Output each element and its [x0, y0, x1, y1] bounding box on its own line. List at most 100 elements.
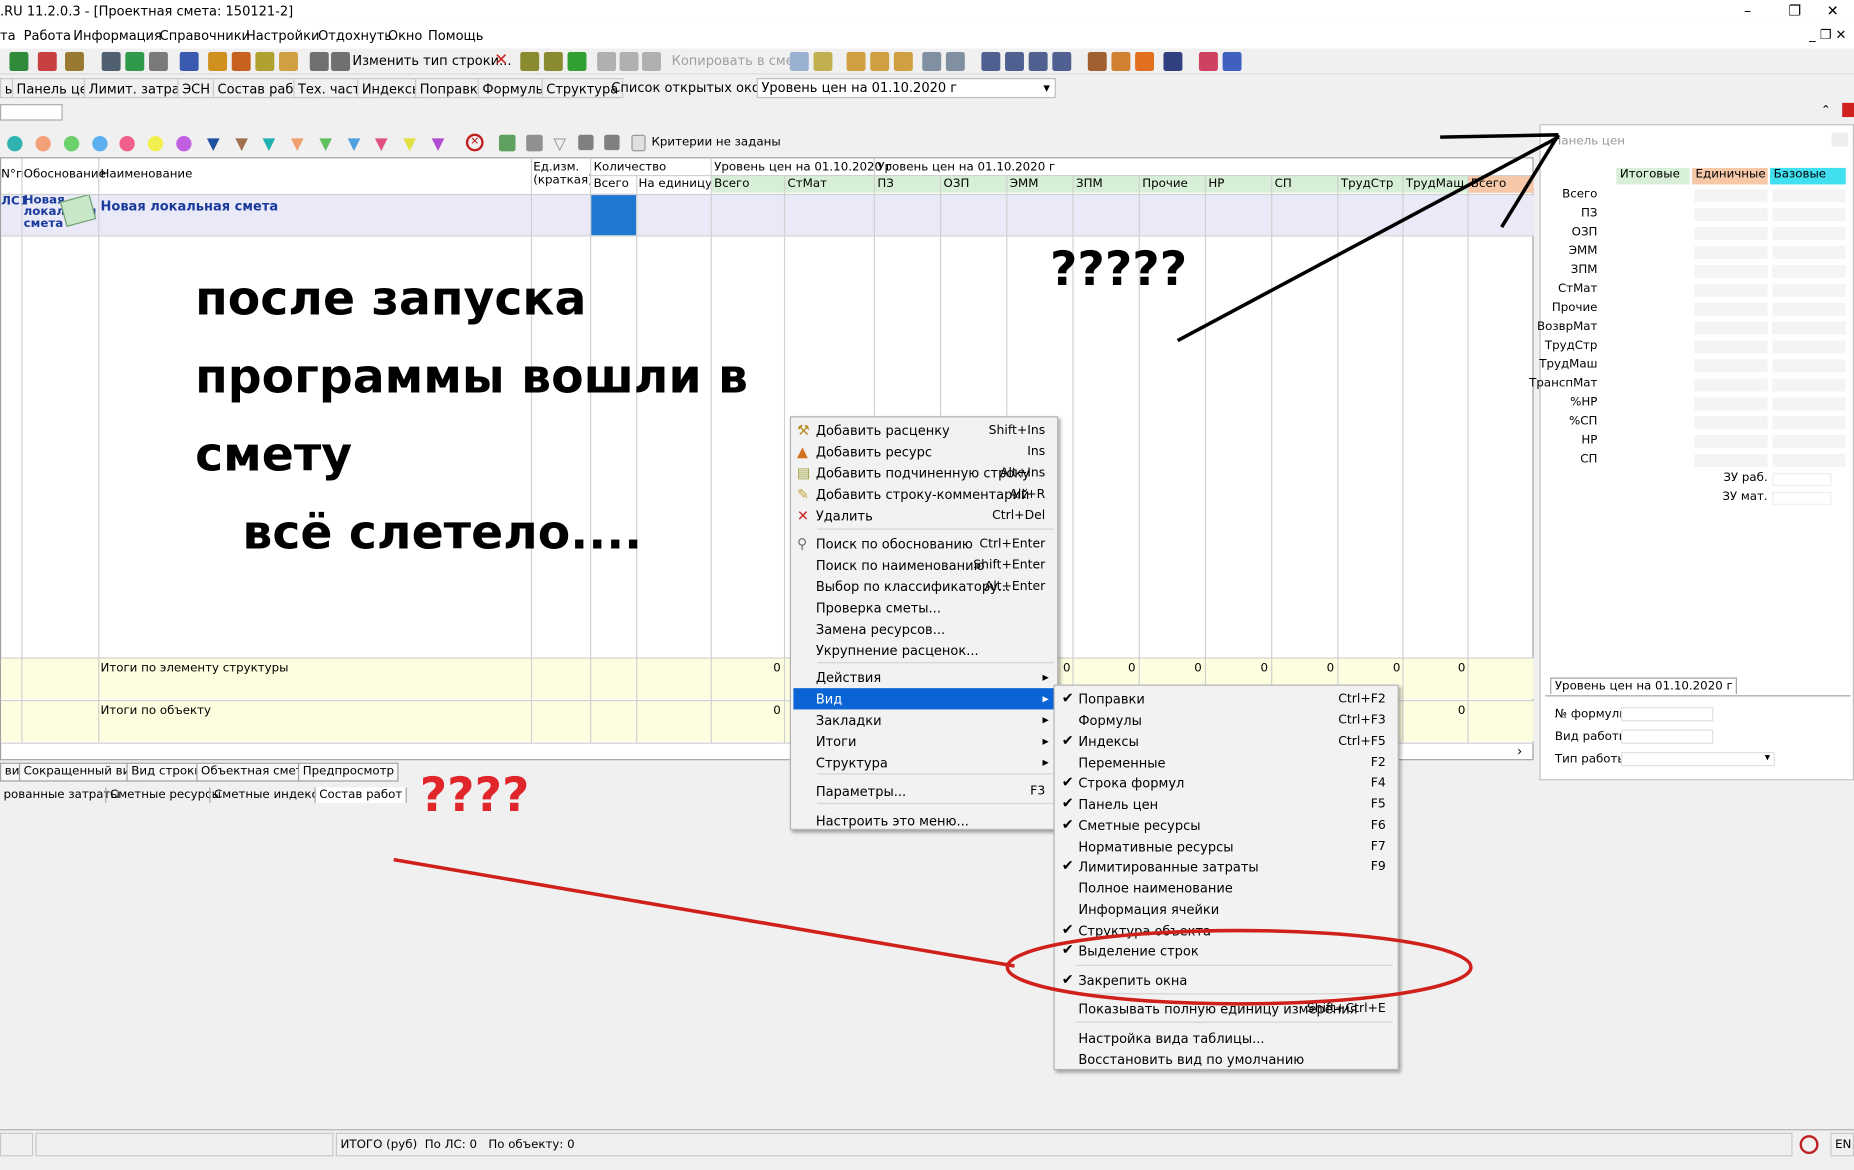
group-b-icon[interactable]: [526, 134, 543, 152]
header-name[interactable]: Наименование: [101, 168, 193, 181]
header-basis[interactable]: Обоснование: [24, 168, 106, 181]
open-windows-list[interactable]: Список открытых окон ▾: [611, 80, 779, 95]
refresh-icon[interactable]: [125, 52, 145, 71]
tree-b-icon[interactable]: [945, 52, 965, 71]
panel-close-icon[interactable]: [1831, 132, 1849, 147]
delete-tb-icon[interactable]: ✕: [494, 51, 508, 70]
hp-icon[interactable]: [893, 52, 913, 71]
tab-estimate-resources[interactable]: Сметные ресурсы: [105, 787, 224, 803]
menu-estimate[interactable]: та: [0, 28, 16, 43]
add-comment-tb-icon[interactable]: [279, 52, 298, 71]
price-row-value[interactable]: [1694, 454, 1768, 468]
menu-reference[interactable]: Справочники: [160, 28, 250, 43]
price-row-value[interactable]: [1772, 359, 1846, 373]
indent-b-icon[interactable]: [1005, 52, 1024, 71]
header-col-nr[interactable]: НР: [1208, 177, 1224, 190]
header-col-total[interactable]: Всего: [714, 177, 749, 190]
menu-rest[interactable]: Отдохнуть: [318, 28, 392, 43]
menu-window[interactable]: Окно: [388, 28, 423, 43]
header-col-total2[interactable]: Всего: [1471, 177, 1506, 190]
view-menu-item[interactable]: Полное наименование: [1057, 877, 1396, 898]
view-menu-item[interactable]: ✔ Структура объекта: [1057, 920, 1396, 941]
funnel-yellow-icon[interactable]: ▼: [403, 135, 416, 154]
price-row-value[interactable]: [1694, 302, 1768, 316]
add-subrow-tb-icon[interactable]: [255, 52, 275, 71]
header-price-level-b[interactable]: Уровень цен на 01.10.2020 г: [877, 161, 1055, 174]
book-a-icon[interactable]: [1198, 52, 1218, 71]
no-sound-icon[interactable]: [1799, 1135, 1819, 1155]
header-col-pz[interactable]: ПЗ: [877, 177, 893, 190]
tab-price-level[interactable]: Уровень цен на 01.10.2020 г: [1550, 677, 1738, 695]
cut-icon[interactable]: [597, 52, 617, 71]
mdi-controls[interactable]: _ ❐ ✕: [1809, 27, 1846, 42]
filter-salmon-dot-icon[interactable]: [35, 135, 51, 152]
view-menu-item[interactable]: ✔ Панель цен F5: [1057, 793, 1396, 814]
funnel-green-icon[interactable]: ▼: [319, 135, 332, 154]
nav-a-icon[interactable]: [578, 134, 594, 151]
save-icon[interactable]: [101, 52, 121, 71]
nav-b-icon[interactable]: [604, 134, 620, 151]
header-qty-total[interactable]: Всего: [594, 177, 629, 190]
context-menu-item[interactable]: Укрупнение расценок...: [793, 640, 1055, 661]
view-menu-item[interactable]: Настройка вида таблицы...: [1057, 1028, 1396, 1049]
header-col-stmat[interactable]: СтМат: [787, 177, 826, 190]
header-col-zpm[interactable]: ЗПМ: [1076, 177, 1103, 190]
view-menu-item[interactable]: ✔ Строка формул F4: [1057, 772, 1396, 793]
context-menu-item[interactable]: Поиск по наименованию Shift+Enter: [793, 555, 1055, 576]
scroll-right-icon[interactable]: ›: [1517, 744, 1522, 759]
context-menu-item[interactable]: ⚒ Добавить расценку Shift+Ins: [793, 420, 1055, 441]
price-row-value[interactable]: [1772, 189, 1846, 203]
up-icon[interactable]: [567, 52, 587, 71]
price-row-value[interactable]: [1772, 283, 1846, 297]
tool-d-icon[interactable]: [1111, 52, 1131, 71]
view-menu-item[interactable]: Переменные F2: [1057, 752, 1396, 773]
header-qty-per[interactable]: На единицу: [638, 177, 711, 190]
price-row-value[interactable]: [1772, 208, 1846, 222]
context-menu-item[interactable]: Вид ▸: [793, 688, 1056, 710]
tab-preview[interactable]: Предпросмотр: [297, 762, 399, 782]
price-row-value[interactable]: [1694, 416, 1768, 430]
filter-pink-dot-icon[interactable]: [119, 135, 135, 152]
price-row-value[interactable]: [1694, 283, 1768, 297]
truck-icon[interactable]: [1163, 52, 1183, 71]
price-row-value[interactable]: [1772, 227, 1846, 241]
add-rate-tb-icon[interactable]: [208, 52, 228, 71]
price-row-value[interactable]: [1772, 302, 1846, 316]
report-icon[interactable]: [37, 52, 57, 71]
price-row-value[interactable]: [1772, 435, 1846, 449]
price-row-value[interactable]: [1694, 435, 1768, 449]
pc-icon[interactable]: [870, 52, 890, 71]
context-menu-item[interactable]: Параметры... F3: [793, 780, 1055, 801]
view-menu-item[interactable]: ✔ Поправки Ctrl+F2: [1057, 688, 1396, 709]
zu-mat-value[interactable]: [1772, 491, 1832, 505]
view-menu-item[interactable]: Восстановить вид по умолчанию: [1057, 1049, 1396, 1070]
header-col-trudmash[interactable]: ТрудМаш: [1406, 177, 1464, 190]
tab-estimate-indexes[interactable]: Сметные индексы: [209, 787, 331, 803]
excel-icon[interactable]: [9, 52, 29, 71]
undo-icon[interactable]: [148, 52, 168, 71]
price-row-value[interactable]: [1694, 245, 1768, 259]
tab-object-estimate[interactable]: Объектная смета: [196, 762, 315, 782]
change-row-type-button[interactable]: Изменить тип строки...: [352, 53, 511, 68]
price-row-value[interactable]: [1694, 359, 1768, 373]
indent-d-icon[interactable]: [1052, 52, 1072, 71]
context-menu-item[interactable]: Замена ресурсов...: [793, 618, 1055, 639]
view-menu-item[interactable]: ✔ Лимитированные затраты F9: [1057, 856, 1396, 877]
funnel-brown-icon[interactable]: ▼: [235, 135, 248, 154]
price-row-value[interactable]: [1694, 321, 1768, 335]
menu-settings[interactable]: Настройки: [246, 28, 319, 43]
tab-formulas[interactable]: Формулы: [477, 78, 551, 99]
search-icon[interactable]: [65, 52, 84, 71]
type2-icon[interactable]: [331, 52, 350, 71]
view-menu-item[interactable]: Показывать полную единицу измерения Shift…: [1057, 998, 1396, 1019]
header-col-sp[interactable]: СП: [1275, 177, 1292, 190]
work-kind-input[interactable]: [1621, 729, 1714, 744]
price-row-value[interactable]: [1694, 397, 1768, 411]
price-row-value[interactable]: [1772, 321, 1846, 335]
context-menu-item[interactable]: Закладки ▸: [793, 709, 1055, 730]
header-unit[interactable]: Ед.изм. (краткая): [533, 161, 590, 187]
tree-a-icon[interactable]: [922, 52, 942, 71]
tool-a-icon[interactable]: [520, 52, 540, 71]
context-menu-item[interactable]: ▲ Добавить ресурс Ins: [793, 441, 1055, 462]
price-row-value[interactable]: [1694, 264, 1768, 278]
